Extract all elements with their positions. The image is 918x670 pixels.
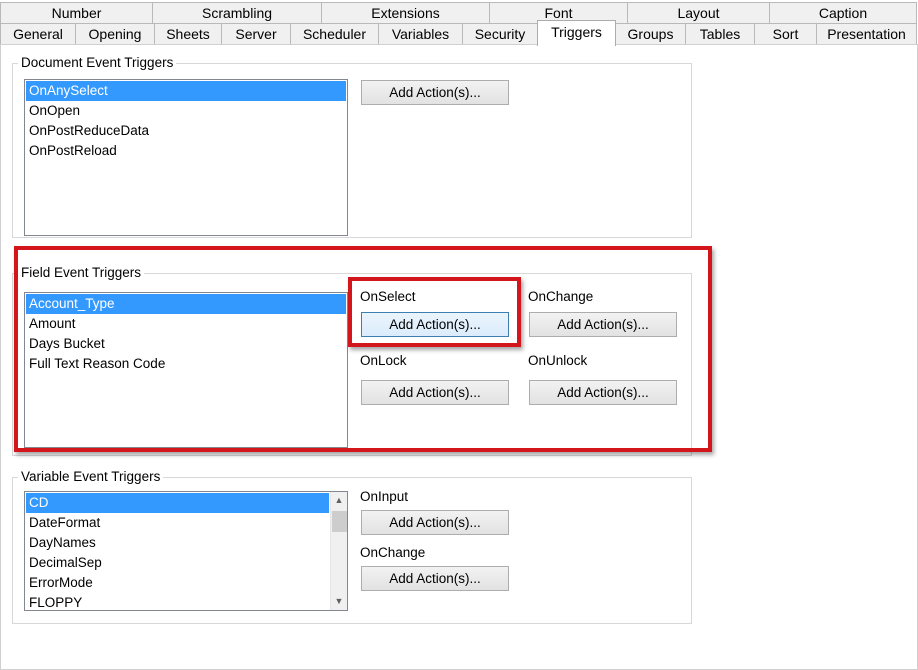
scroll-down-arrow-icon[interactable]: ▼ <box>331 593 347 610</box>
tab-triggers[interactable]: Triggers <box>537 20 616 46</box>
on-unlock-label: OnUnlock <box>528 353 588 368</box>
on-unlock-add-action-button[interactable]: Add Action(s)... <box>529 380 677 405</box>
on-input-label: OnInput <box>360 489 409 504</box>
on-change-add-action-button[interactable]: Add Action(s)... <box>529 312 677 337</box>
tab-tables[interactable]: Tables <box>685 23 755 44</box>
list-item[interactable]: ErrorMode <box>26 573 329 593</box>
list-item[interactable]: OnPostReload <box>26 141 346 161</box>
triggers-panel: Document Event Triggers OnAnySelect OnOp… <box>0 44 918 670</box>
list-item[interactable]: OnAnySelect <box>26 81 346 101</box>
tab-scrambling[interactable]: Scrambling <box>152 2 322 23</box>
scrollbar-thumb[interactable] <box>332 511 347 532</box>
document-add-action-button[interactable]: Add Action(s)... <box>361 80 509 105</box>
tab-extensions[interactable]: Extensions <box>321 2 490 23</box>
list-item[interactable]: CD <box>26 493 329 513</box>
tab-server[interactable]: Server <box>221 23 291 44</box>
variable-triggers-list[interactable]: CD DateFormat DayNames DecimalSep ErrorM… <box>24 491 348 611</box>
tab-scheduler[interactable]: Scheduler <box>290 23 379 44</box>
list-item[interactable]: DayNames <box>26 533 329 553</box>
list-item[interactable]: Full Text Reason Code <box>26 354 346 374</box>
list-item[interactable]: OnOpen <box>26 101 346 121</box>
tab-groups[interactable]: Groups <box>615 23 686 44</box>
list-item[interactable]: OnPostReduceData <box>26 121 346 141</box>
on-change-label: OnChange <box>528 289 594 304</box>
tab-sheets[interactable]: Sheets <box>154 23 222 44</box>
on-select-label: OnSelect <box>360 289 416 304</box>
tab-layout[interactable]: Layout <box>627 2 770 23</box>
on-select-add-action-button[interactable]: Add Action(s)... <box>361 312 509 337</box>
document-triggers-list[interactable]: OnAnySelect OnOpen OnPostReduceData OnPo… <box>24 79 348 236</box>
tab-presentation[interactable]: Presentation <box>816 23 917 44</box>
on-lock-label: OnLock <box>360 353 407 368</box>
variable-on-change-add-action-button[interactable]: Add Action(s)... <box>361 566 509 591</box>
tab-caption[interactable]: Caption <box>769 2 917 23</box>
document-triggers-title: Document Event Triggers <box>18 55 177 71</box>
vertical-scrollbar[interactable]: ▲ ▼ <box>330 492 347 610</box>
list-item[interactable]: DateFormat <box>26 513 329 533</box>
tab-variables[interactable]: Variables <box>378 23 463 44</box>
variable-triggers-title: Variable Event Triggers <box>18 469 164 485</box>
list-item[interactable]: Days Bucket <box>26 334 346 354</box>
field-triggers-list[interactable]: Account_Type Amount Days Bucket Full Tex… <box>24 292 348 448</box>
variable-on-change-label: OnChange <box>360 545 426 560</box>
on-lock-add-action-button[interactable]: Add Action(s)... <box>361 380 509 405</box>
scroll-up-arrow-icon[interactable]: ▲ <box>331 492 347 509</box>
tab-general[interactable]: General <box>0 23 76 44</box>
tab-opening[interactable]: Opening <box>75 23 155 44</box>
tab-security[interactable]: Security <box>462 23 538 44</box>
list-item[interactable]: FLOPPY <box>26 593 329 610</box>
list-item[interactable]: Amount <box>26 314 346 334</box>
tab-sort[interactable]: Sort <box>754 23 817 44</box>
tab-number[interactable]: Number <box>0 2 153 23</box>
list-item[interactable]: Account_Type <box>26 294 346 314</box>
field-triggers-title: Field Event Triggers <box>18 265 145 281</box>
on-input-add-action-button[interactable]: Add Action(s)... <box>361 510 509 535</box>
list-item[interactable]: DecimalSep <box>26 553 329 573</box>
